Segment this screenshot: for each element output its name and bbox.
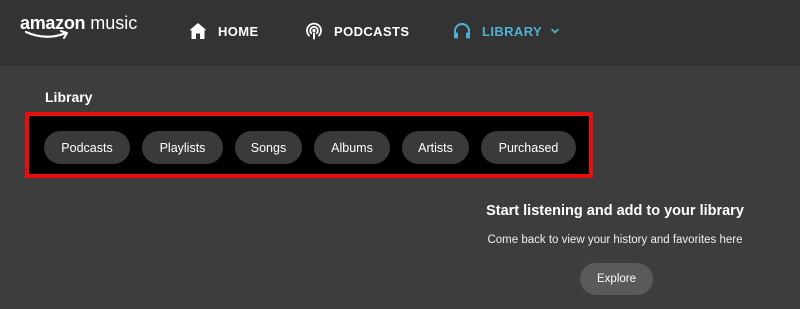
nav-podcasts-label: PODCASTS bbox=[334, 23, 410, 39]
nav-library[interactable]: LIBRARY bbox=[452, 0, 560, 62]
nav-home-label: HOME bbox=[218, 23, 259, 39]
empty-state-title: Start listening and add to your library bbox=[486, 203, 744, 219]
amazon-music-logo[interactable]: amazon music bbox=[20, 12, 137, 46]
chip-playlists[interactable]: Playlists bbox=[142, 131, 223, 164]
nav-podcasts[interactable]: PODCASTS bbox=[304, 0, 409, 62]
top-nav-bar: amazon music HOME PODCASTS LIBRARY bbox=[0, 0, 800, 66]
chip-artists[interactable]: Artists bbox=[402, 131, 469, 164]
amazon-smile-icon bbox=[24, 30, 68, 39]
chevron-down-icon[interactable] bbox=[550, 27, 560, 35]
chip-albums[interactable]: Albums bbox=[314, 131, 390, 164]
podcast-icon bbox=[306, 22, 322, 40]
nav-library-label: LIBRARY bbox=[482, 23, 543, 39]
chip-podcasts[interactable]: Podcasts bbox=[44, 131, 130, 164]
library-filter-chips: Podcasts Playlists Songs Albums Artists … bbox=[44, 131, 576, 165]
empty-state-subtitle: Come back to view your history and favor… bbox=[487, 234, 743, 246]
chip-purchased[interactable]: Purchased bbox=[481, 131, 576, 164]
home-icon bbox=[189, 23, 207, 39]
chip-songs[interactable]: Songs bbox=[235, 131, 302, 164]
headphones-icon bbox=[454, 23, 470, 39]
amazon-music-app: amazon music HOME PODCASTS LIBRARY Libra… bbox=[0, 0, 800, 309]
explore-button[interactable]: Explore bbox=[580, 263, 653, 295]
logo-word-music: music bbox=[90, 13, 138, 33]
nav-home[interactable]: HOME bbox=[188, 0, 259, 62]
library-title: Library bbox=[45, 89, 93, 105]
